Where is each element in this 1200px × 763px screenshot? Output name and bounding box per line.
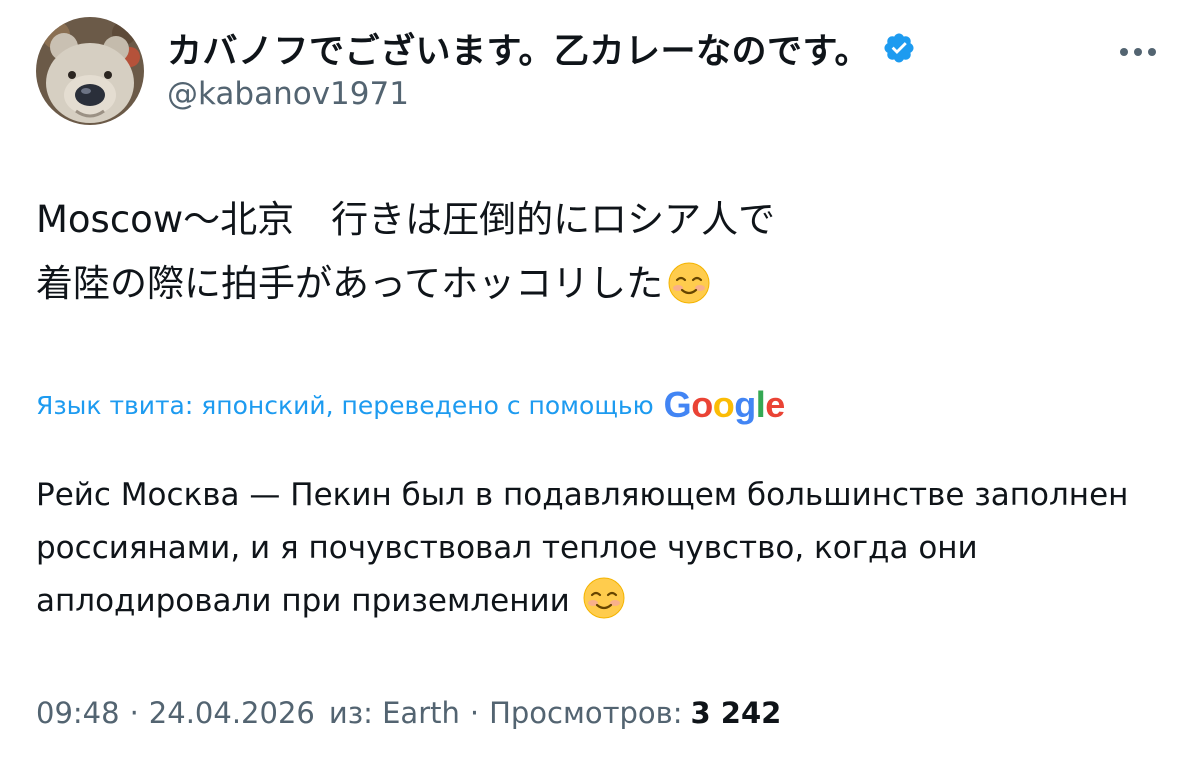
tweet-source: из: Earth: [328, 696, 460, 730]
author-name-row[interactable]: カバノフでございます。乙カレーなのです。: [167, 22, 916, 74]
author-handle[interactable]: @kabanov1971: [167, 76, 409, 112]
google-logo: Google: [663, 384, 786, 425]
meta-separator: ·: [129, 696, 139, 730]
display-name[interactable]: カバノフでございます。乙カレーなのです。: [167, 23, 870, 74]
meta-separator: ·: [469, 696, 480, 730]
original-text-body: Moscow〜北京 行きは圧倒的にロシア人で 着陸の際に拍手があってホッコリした: [36, 198, 776, 305]
views-count: 3 242: [690, 696, 782, 730]
smiling-face-icon: [667, 261, 711, 305]
tweet-translated-text: Рейс Москва — Пекин был в подавляющем бо…: [36, 469, 1166, 628]
translation-attribution[interactable]: Язык твита: японский, переведено с помощ…: [36, 381, 785, 429]
tweet-metadata: 09:48 · 24.04.2026 из: Earth · Просмотро…: [36, 693, 781, 733]
verified-badge-icon: [882, 31, 916, 65]
tweet-time[interactable]: 09:48: [36, 696, 120, 730]
more-options-icon[interactable]: [1114, 36, 1162, 68]
tweet-original-text: Moscow〜北京 行きは圧倒的にロシア人で 着陸の際に拍手があってホッコリした: [36, 188, 1156, 316]
translation-note[interactable]: Язык твита: японский, переведено с помощ…: [36, 391, 654, 420]
smiling-face-icon: [582, 576, 626, 620]
avatar[interactable]: [36, 17, 144, 125]
tweet-date[interactable]: 24.04.2026: [149, 696, 315, 730]
tweet: カバノフでございます。乙カレーなのです。 @kabanov1971 Moscow…: [0, 0, 1200, 763]
teddy-bear-avatar-icon: [36, 17, 144, 125]
views-label: Просмотров:: [489, 696, 683, 730]
